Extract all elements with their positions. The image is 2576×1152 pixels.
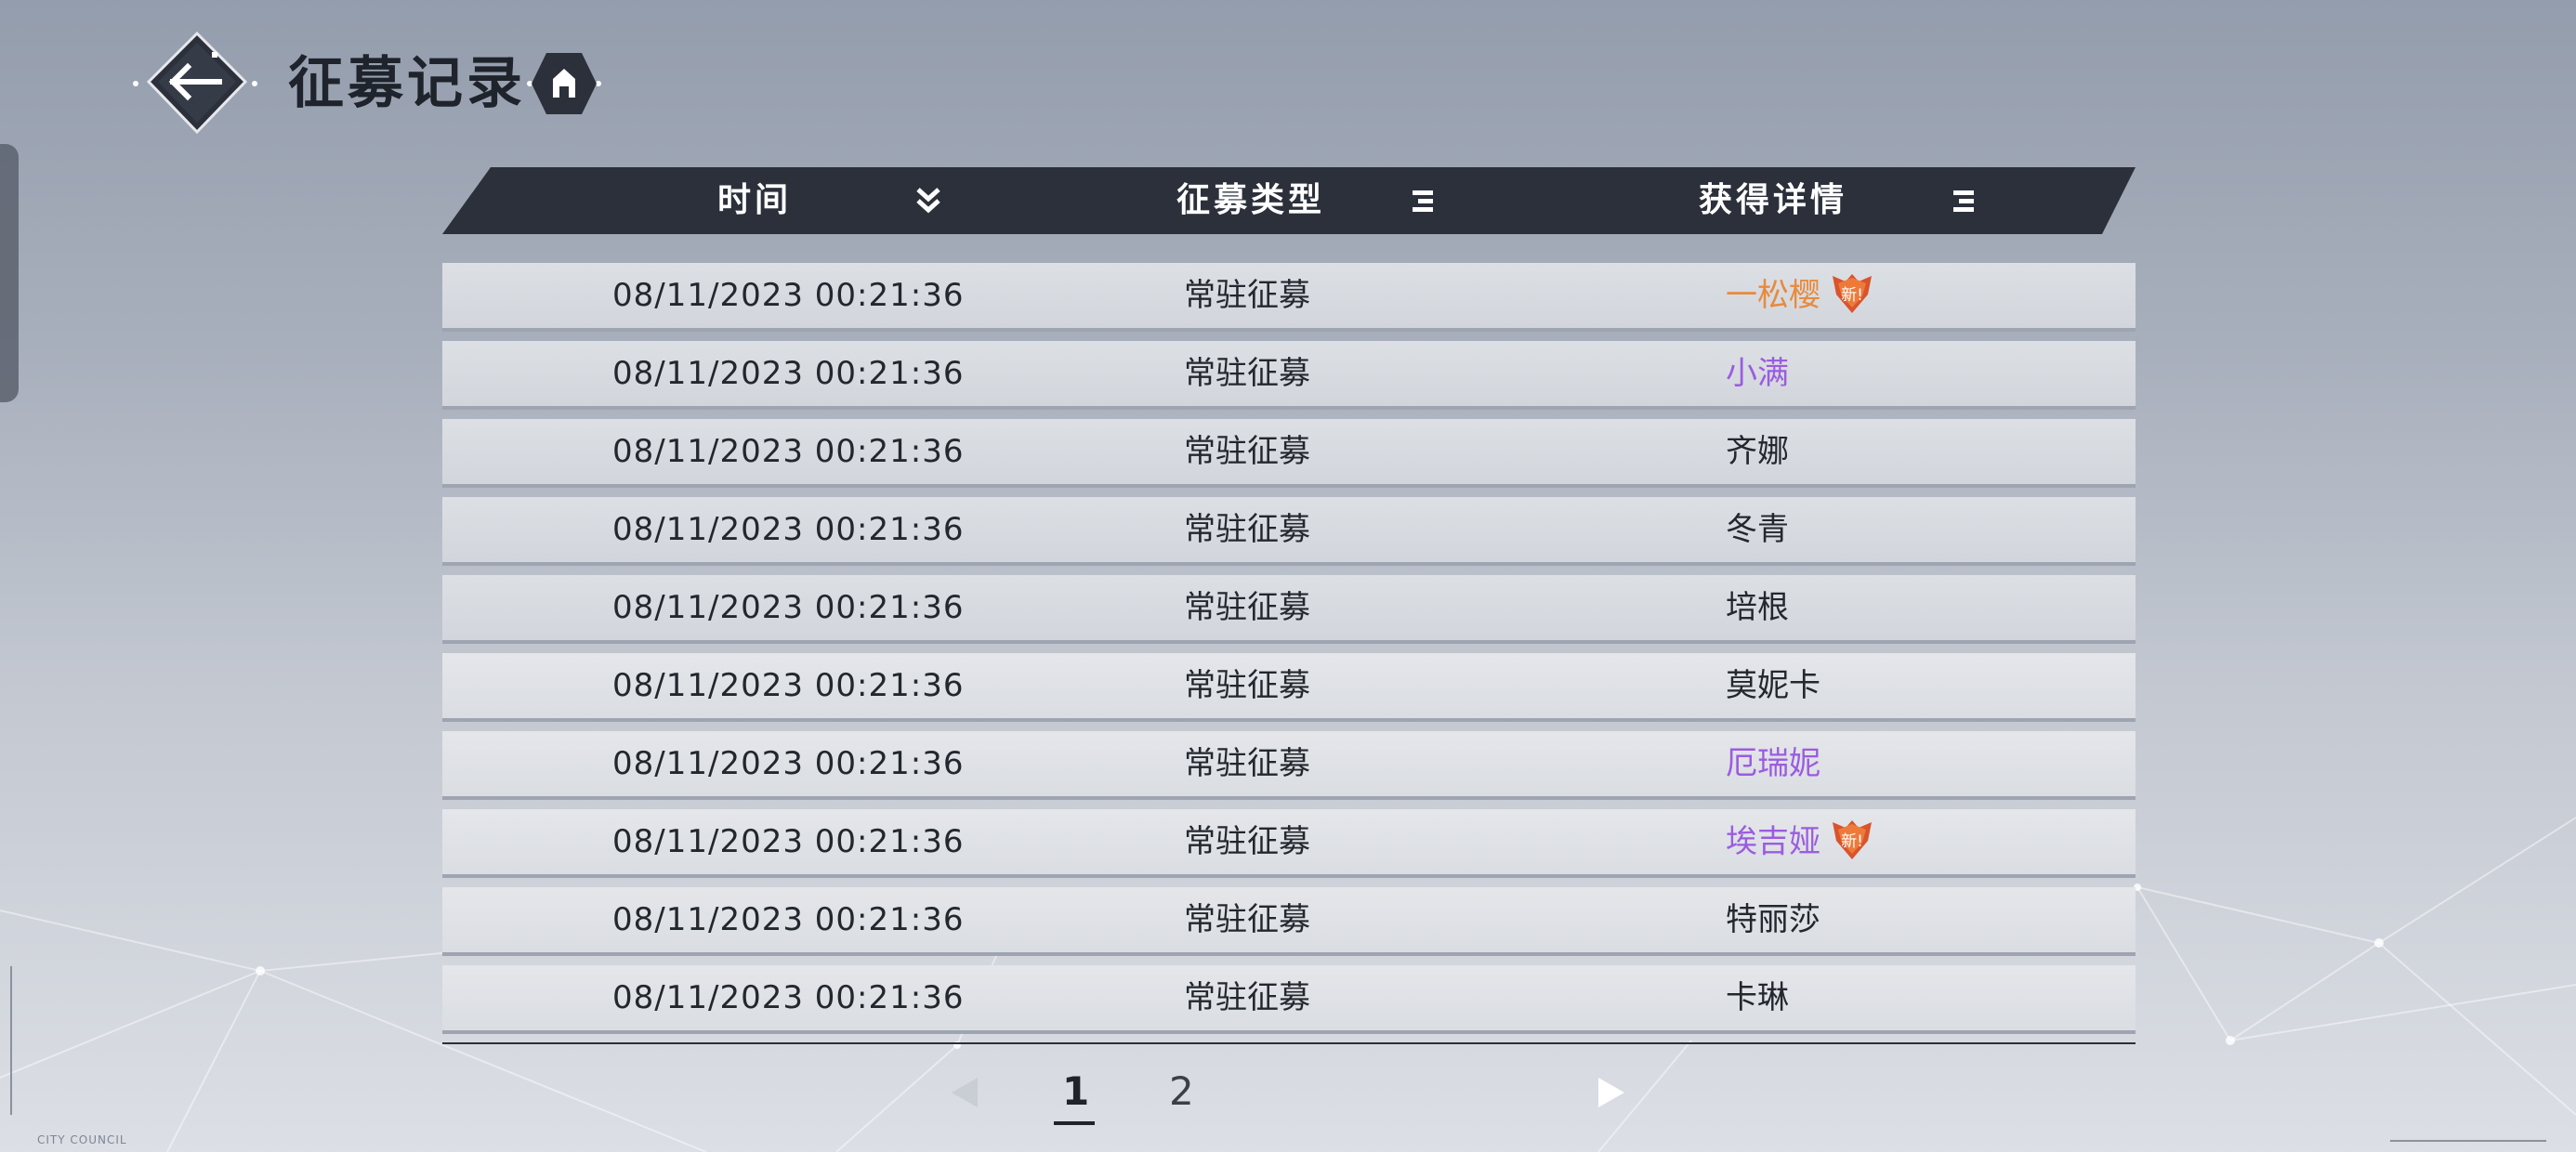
home-button[interactable] (526, 49, 602, 118)
new-badge: 新! (1831, 274, 1873, 315)
row-time: 08/11/2023 00:21:36 (612, 277, 965, 314)
page-title: 征募记录 (288, 51, 526, 116)
row-detail: 莫妮卡 (1726, 667, 1820, 704)
column-header-time[interactable]: 时间 (717, 167, 792, 234)
column-header-type[interactable]: 征募类型 (1176, 167, 1325, 234)
row-type: 常驻征募 (1184, 277, 1310, 314)
filter-lines-icon[interactable] (1952, 188, 1976, 216)
page-2-button[interactable]: 2 (1169, 1065, 1194, 1119)
new-badge-icon: 新! (1833, 820, 1872, 859)
row-type: 常驻征募 (1184, 979, 1310, 1016)
row-detail: 冬青 (1726, 511, 1789, 548)
row-detail: 埃吉娅 (1726, 823, 1820, 860)
table-row: 08/11/2023 00:21:36 常驻征募 齐娜 (442, 419, 2136, 488)
column-header-type-label: 征募类型 (1176, 181, 1326, 219)
filter-lines-icon[interactable] (1411, 188, 1435, 216)
new-badge-icon: 新! (1833, 274, 1872, 313)
row-detail: 一松樱 (1726, 277, 1820, 314)
next-page-button[interactable] (1591, 1074, 1630, 1111)
page-1-button[interactable]: 1 (1062, 1065, 1089, 1119)
new-badge-label: 新! (1841, 832, 1863, 851)
table-bottom-divider (442, 1042, 2136, 1044)
row-detail: 小满 (1726, 355, 1789, 392)
footer-small-text: CITY COUNCIL (37, 1133, 127, 1146)
row-time: 08/11/2023 00:21:36 (612, 823, 965, 860)
table-row: 08/11/2023 00:21:36 常驻征募 卡琳 (442, 965, 2136, 1034)
row-time: 08/11/2023 00:21:36 (612, 745, 965, 782)
row-type: 常驻征募 (1184, 901, 1310, 938)
table-row: 08/11/2023 00:21:36 常驻征募 莫妮卡 (442, 653, 2136, 722)
prev-page-button[interactable] (946, 1074, 985, 1111)
row-time: 08/11/2023 00:21:36 (612, 901, 965, 938)
table-row: 08/11/2023 00:21:36 常驻征募 培根 (442, 575, 2136, 644)
row-type: 常驻征募 (1184, 511, 1310, 548)
row-type: 常驻征募 (1184, 355, 1310, 392)
row-time: 08/11/2023 00:21:36 (612, 355, 965, 392)
row-type: 常驻征募 (1184, 589, 1310, 626)
table-header: 时间 征募类型 获得详情 (442, 167, 2136, 234)
row-time: 08/11/2023 00:21:36 (612, 589, 965, 626)
new-badge: 新! (1831, 820, 1873, 861)
row-time: 08/11/2023 00:21:36 (612, 433, 965, 470)
row-time: 08/11/2023 00:21:36 (612, 979, 965, 1016)
table-row: 08/11/2023 00:21:36 常驻征募 小满 (442, 341, 2136, 410)
row-detail: 培根 (1726, 589, 1789, 626)
record-list: 08/11/2023 00:21:36 常驻征募 一松樱 新! 08/11/20… (442, 263, 2136, 1043)
column-header-time-label: 时间 (717, 181, 793, 219)
row-detail: 厄瑞妮 (1726, 745, 1820, 782)
new-badge-label: 新! (1841, 286, 1863, 305)
row-type: 常驻征募 (1184, 745, 1310, 782)
row-time: 08/11/2023 00:21:36 (612, 511, 965, 548)
row-type: 常驻征募 (1184, 823, 1310, 860)
table-row: 08/11/2023 00:21:36 常驻征募 埃吉娅 新! (442, 809, 2136, 878)
row-type: 常驻征募 (1184, 433, 1310, 470)
home-icon (527, 53, 601, 114)
row-detail: 卡琳 (1726, 979, 1789, 1016)
back-button[interactable] (130, 28, 260, 139)
row-detail: 特丽莎 (1726, 901, 1820, 938)
back-arrow-icon (133, 31, 257, 135)
table-row: 08/11/2023 00:21:36 常驻征募 特丽莎 (442, 887, 2136, 956)
table-row: 08/11/2023 00:21:36 常驻征募 厄瑞妮 (442, 731, 2136, 800)
row-type: 常驻征募 (1184, 667, 1310, 704)
column-header-detail[interactable]: 获得详情 (1699, 167, 1847, 234)
chevron-double-down-icon[interactable] (914, 186, 942, 216)
side-drawer-tab[interactable] (0, 144, 19, 402)
current-page-indicator (1054, 1121, 1095, 1125)
table-row: 08/11/2023 00:21:36 常驻征募 一松樱 新! (442, 263, 2136, 332)
row-time: 08/11/2023 00:21:36 (612, 667, 965, 704)
row-detail: 齐娜 (1726, 433, 1789, 470)
column-header-detail-label: 获得详情 (1699, 181, 1848, 219)
table-row: 08/11/2023 00:21:36 常驻征募 冬青 (442, 497, 2136, 566)
